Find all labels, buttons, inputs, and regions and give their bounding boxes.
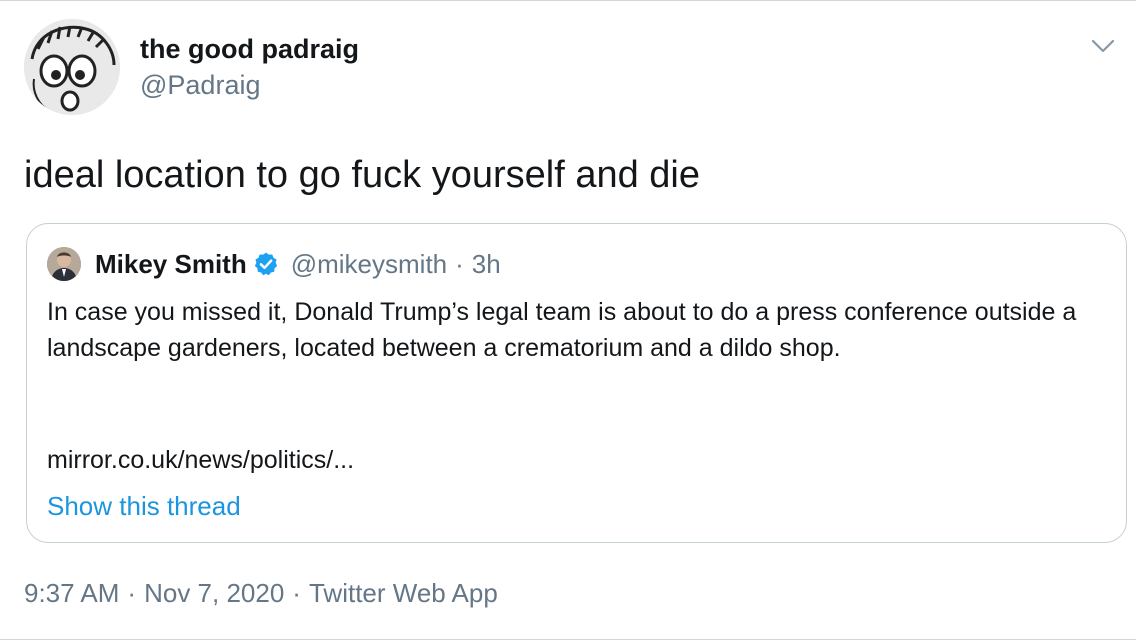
quoted-author-avatar bbox=[47, 247, 81, 281]
hand-drawn-face-avatar-icon bbox=[24, 19, 120, 115]
user-photo-avatar-icon bbox=[47, 247, 81, 281]
quoted-tweet-text: In case you missed it, Donald Trump’s le… bbox=[47, 298, 1077, 362]
quoted-tweet-link: mirror.co.uk/news/politics/... bbox=[47, 446, 355, 474]
quoted-time-ago: 3h bbox=[471, 248, 501, 279]
quoted-author-handle: @mikeysmith bbox=[290, 248, 448, 279]
meta-separator: · bbox=[127, 578, 137, 608]
show-thread-link[interactable]: Show this thread bbox=[47, 488, 241, 524]
tweet-card: the good padraig @Padraig ideal location… bbox=[0, 0, 1136, 640]
author-block: the good padraig @Padraig bbox=[140, 31, 359, 103]
author-avatar[interactable] bbox=[24, 19, 120, 115]
meta-separator: · bbox=[292, 578, 301, 608]
author-display-name[interactable]: the good padraig bbox=[140, 31, 359, 67]
tweet-text: ideal location to go fuck yourself and d… bbox=[24, 154, 700, 196]
tweet-source[interactable]: Twitter Web App bbox=[309, 578, 498, 608]
tweet-time[interactable]: 9:37 AM bbox=[24, 578, 119, 608]
quoted-tweet[interactable]: Mikey Smith @mikeysmith · 3h In case you… bbox=[26, 223, 1127, 543]
tweet-metadata: 9:37 AM · Nov 7, 2020 · Twitter Web App bbox=[24, 575, 498, 611]
quoted-author-name: Mikey Smith bbox=[95, 248, 247, 279]
tweet-date[interactable]: Nov 7, 2020 bbox=[144, 578, 284, 608]
quoted-separator: · bbox=[455, 248, 464, 279]
verified-badge-icon bbox=[254, 252, 277, 276]
quoted-tweet-header: Mikey Smith @mikeysmith · 3h bbox=[47, 246, 501, 282]
author-handle[interactable]: @Padraig bbox=[140, 67, 359, 103]
chevron-down-icon[interactable] bbox=[1090, 37, 1116, 55]
